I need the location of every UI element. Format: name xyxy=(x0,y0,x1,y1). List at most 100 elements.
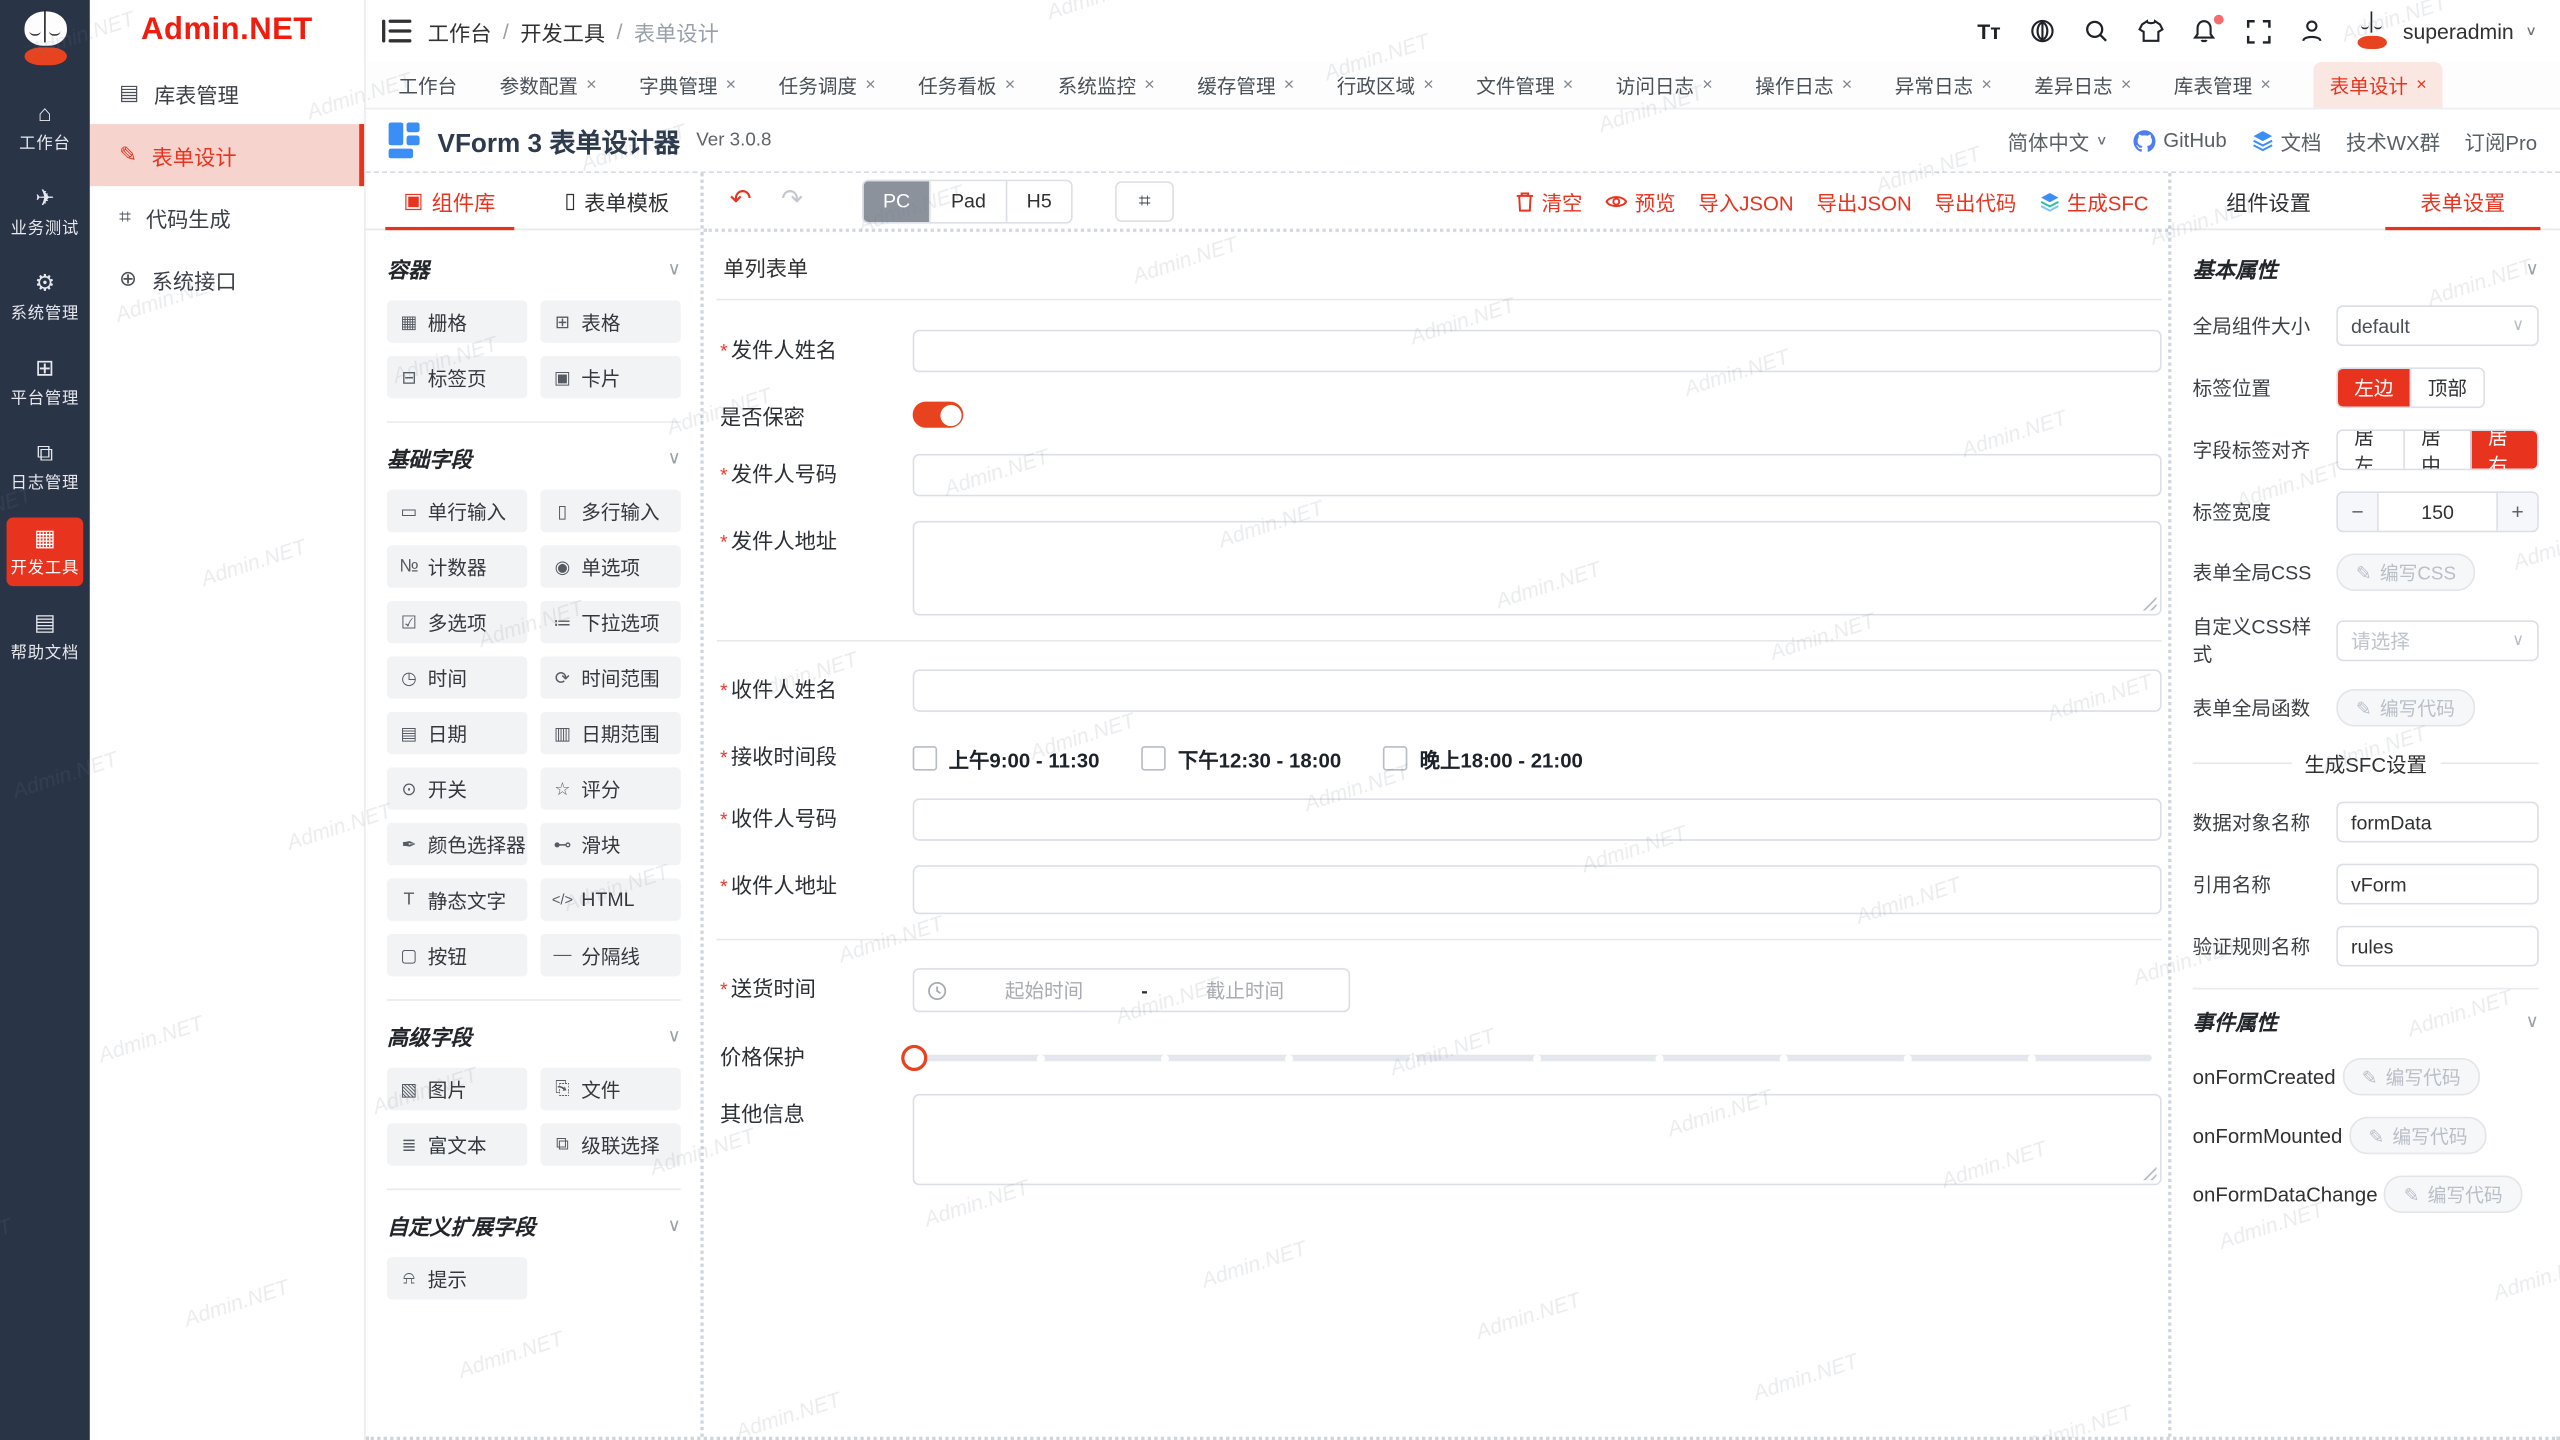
search-icon[interactable] xyxy=(2083,17,2111,45)
sender-address-textarea[interactable] xyxy=(913,521,2162,616)
label-width-input[interactable] xyxy=(2379,493,2497,531)
widget-number[interactable]: №计数器 xyxy=(387,545,527,587)
ref-name-input[interactable] xyxy=(2336,864,2538,905)
language-select[interactable]: 简体中文 ∨ xyxy=(2008,125,2108,156)
tab-file-mgmt[interactable]: 文件管理× xyxy=(1476,62,1573,108)
write-code-button[interactable]: ✎ 编写代码 xyxy=(2336,689,2474,727)
tab-admin-region[interactable]: 行政区域× xyxy=(1337,62,1434,108)
device-h5-button[interactable]: H5 xyxy=(1005,180,1071,221)
checkbox-afternoon[interactable]: 下午12:30 - 18:00 xyxy=(1142,743,1341,774)
form-canvas[interactable]: 单列表单 *发件人姓名 是否保密 *发件人号码 xyxy=(704,229,2168,1437)
rail-item-system-mgmt[interactable]: ⚙ 系统管理 xyxy=(7,263,84,332)
tab-form-settings[interactable]: 表单设置 xyxy=(2366,173,2560,229)
close-icon[interactable]: × xyxy=(726,76,737,94)
other-info-textarea[interactable] xyxy=(913,1094,2162,1185)
form-widget-row-receiver-address[interactable]: *收件人地址 xyxy=(717,865,2162,914)
theme-shirt-icon[interactable] xyxy=(2137,17,2165,45)
sidebar-item-form-design[interactable]: ✎ 表单设计 xyxy=(90,124,364,186)
align-right-button[interactable]: 居右 xyxy=(2470,431,2537,469)
language-icon[interactable] xyxy=(2029,17,2057,45)
widget-textarea[interactable]: ▯多行输入 xyxy=(540,490,680,532)
tab-form-templates[interactable]: ▯ 表单模板 xyxy=(533,173,700,229)
receiver-address-input[interactable] xyxy=(913,865,2162,914)
font-size-icon[interactable]: Tᴛ xyxy=(1975,17,2003,45)
widget-input[interactable]: ▭单行输入 xyxy=(387,490,527,532)
write-css-button[interactable]: ✎ 编写CSS xyxy=(2336,553,2475,591)
widget-date[interactable]: ▤日期 xyxy=(387,712,527,754)
tab-widget-library[interactable]: ▣ 组件库 xyxy=(366,173,533,229)
form-widget-row-receiver-name[interactable]: *收件人姓名 xyxy=(717,669,2162,711)
notification-bell-icon[interactable] xyxy=(2191,17,2219,45)
widget-date-range[interactable]: ▥日期范围 xyxy=(540,712,680,754)
rail-item-workbench[interactable]: ⌂ 工作台 xyxy=(7,93,84,162)
tab-dict-mgmt[interactable]: 字典管理× xyxy=(639,62,736,108)
widget-time[interactable]: ◷时间 xyxy=(387,656,527,698)
tab-access-log[interactable]: 访问日志× xyxy=(1616,62,1713,108)
delivery-time-range-picker[interactable]: 起始时间 - 截止时间 xyxy=(913,968,1351,1012)
app-logo[interactable] xyxy=(16,10,75,69)
import-json-button[interactable]: 导入JSON xyxy=(1698,185,1793,216)
tab-widget-settings[interactable]: 组件设置 xyxy=(2171,173,2365,229)
close-icon[interactable]: × xyxy=(1144,76,1155,94)
export-json-button[interactable]: 导出JSON xyxy=(1817,185,1912,216)
sidebar-item-table-mgmt[interactable]: ▤ 库表管理 xyxy=(90,62,364,124)
user-profile-icon[interactable] xyxy=(2298,17,2326,45)
tab-exception-log[interactable]: 异常日志× xyxy=(1895,62,1992,108)
section-header-event-props[interactable]: 事件属性 ∨ xyxy=(2193,1006,2539,1037)
user-menu[interactable]: superadmin ∨ xyxy=(2352,11,2537,50)
subscribe-pro-link[interactable]: 订阅Pro xyxy=(2465,125,2538,156)
tab-task-scheduler[interactable]: 任务调度× xyxy=(779,62,876,108)
resize-grip-icon[interactable] xyxy=(2142,596,2157,611)
form-widget-row-price-protect[interactable]: 价格保护 xyxy=(717,1037,2162,1070)
close-icon[interactable]: × xyxy=(2416,76,2427,94)
redo-icon[interactable]: ↷ xyxy=(781,188,803,214)
close-icon[interactable]: × xyxy=(1423,76,1434,94)
widget-rate[interactable]: ☆评分 xyxy=(540,767,680,809)
widget-card[interactable]: ▣卡片 xyxy=(540,356,680,398)
sidebar-item-system-api[interactable]: ⊕ 系统接口 xyxy=(90,248,364,310)
close-icon[interactable]: × xyxy=(2121,76,2132,94)
clear-button[interactable]: 清空 xyxy=(1516,185,1583,216)
widget-grid[interactable]: ▦栅格 xyxy=(387,300,527,342)
close-icon[interactable]: × xyxy=(1284,76,1295,94)
widget-tabs[interactable]: ⊟标签页 xyxy=(387,356,527,398)
docs-link[interactable]: 文档 xyxy=(2251,125,2321,156)
form-widget-row-secret[interactable]: 是否保密 xyxy=(717,397,2162,430)
label-pos-top-button[interactable]: 顶部 xyxy=(2410,369,2483,407)
tab-op-log[interactable]: 操作日志× xyxy=(1755,62,1852,108)
write-code-button[interactable]: ✎ 编写代码 xyxy=(2349,1117,2487,1155)
breadcrumb-dev-tools[interactable]: 开发工具 xyxy=(520,16,605,47)
rail-item-log-mgmt[interactable]: ⧉ 日志管理 xyxy=(7,433,84,502)
github-link[interactable]: GitHub xyxy=(2132,128,2227,152)
rules-name-input[interactable] xyxy=(2336,926,2538,967)
group-header-custom-fields[interactable]: 自定义扩展字段 ∨ xyxy=(387,1210,681,1241)
form-widget-row-receiver-phone[interactable]: *收件人号码 xyxy=(717,798,2162,840)
close-icon[interactable]: × xyxy=(1563,76,1574,94)
export-code-button[interactable]: 导出代码 xyxy=(1935,185,2017,216)
widget-rich-text[interactable]: ≣富文本 xyxy=(387,1123,527,1165)
widget-time-range[interactable]: ⟳时间范围 xyxy=(540,656,680,698)
widget-select[interactable]: ≔下拉选项 xyxy=(540,601,680,643)
widget-button[interactable]: ▢按钮 xyxy=(387,934,527,976)
generate-sfc-button[interactable]: 生成SFC xyxy=(2039,185,2148,216)
receiver-phone-input[interactable] xyxy=(913,798,2162,840)
node-tree-button[interactable]: ⌗ xyxy=(1115,180,1174,221)
close-icon[interactable]: × xyxy=(1842,76,1853,94)
tab-workbench[interactable]: 工作台 xyxy=(398,62,457,108)
form-widget-row-sender-name[interactable]: *发件人姓名 xyxy=(717,330,2162,372)
custom-css-select[interactable]: 请选择 ∨ xyxy=(2336,620,2538,661)
rail-item-dev-tools[interactable]: ▦ 开发工具 xyxy=(7,518,84,587)
global-size-select[interactable]: default ∨ xyxy=(2336,305,2538,346)
rail-item-business-test[interactable]: ✈ 业务测试 xyxy=(7,178,84,247)
secret-toggle-on[interactable] xyxy=(913,402,964,428)
widget-divider[interactable]: —分隔线 xyxy=(540,934,680,976)
sender-phone-input[interactable] xyxy=(913,454,2162,496)
price-protect-slider[interactable] xyxy=(913,1055,2152,1062)
resize-grip-icon[interactable] xyxy=(2142,1166,2157,1181)
tab-task-board[interactable]: 任务看板× xyxy=(918,62,1015,108)
close-icon[interactable]: × xyxy=(2260,76,2271,94)
collapse-sidebar-icon[interactable] xyxy=(382,20,411,43)
fullscreen-icon[interactable] xyxy=(2244,17,2272,45)
widget-static-text[interactable]: T静态文字 xyxy=(387,878,527,920)
widget-color-picker[interactable]: ✒颜色选择器 xyxy=(387,823,527,865)
